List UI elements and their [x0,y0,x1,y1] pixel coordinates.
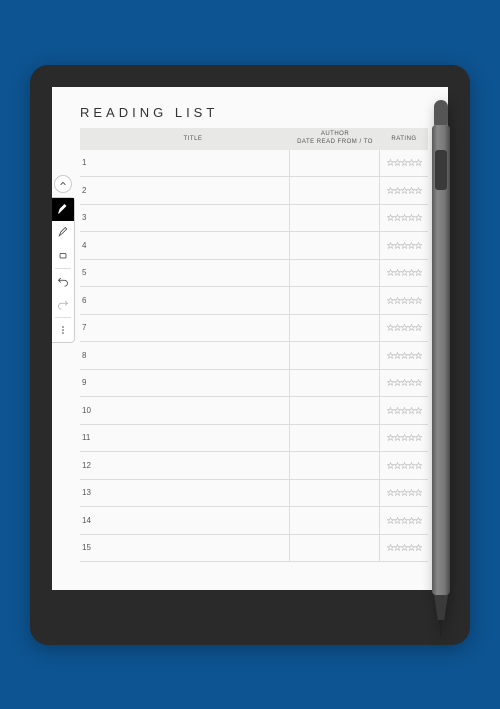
row-number: 14 [80,516,96,525]
title-cell[interactable] [96,205,290,232]
undo-button[interactable] [52,270,74,293]
author-cell[interactable] [290,480,380,507]
table-row[interactable]: 14 [80,507,428,535]
author-cell[interactable] [290,452,380,479]
title-cell[interactable] [96,507,290,534]
rating-cell[interactable] [380,517,428,524]
table-row[interactable]: 5 [80,260,428,288]
table-row[interactable]: 4 [80,232,428,260]
rating-cell[interactable] [380,187,428,194]
title-cell[interactable] [96,150,290,177]
rating-cell[interactable] [380,462,428,469]
rating-cell[interactable] [380,242,428,249]
title-cell[interactable] [96,260,290,287]
table-row[interactable]: 11 [80,425,428,453]
author-cell[interactable] [290,287,380,314]
author-cell[interactable] [290,342,380,369]
title-cell[interactable] [96,177,290,204]
title-cell[interactable] [96,535,290,562]
table-row[interactable]: 6 [80,287,428,315]
row-number: 1 [80,158,96,167]
page-title: READING LIST [80,105,428,120]
rating-cell[interactable] [380,214,428,221]
pen-tool[interactable] [52,198,74,221]
highlighter-tool[interactable] [52,221,74,244]
rating-cell[interactable] [380,269,428,276]
row-number: 3 [80,213,96,222]
title-cell[interactable] [96,452,290,479]
more-menu[interactable] [52,319,74,342]
author-cell[interactable] [290,205,380,232]
device-screen: READING LIST TITLE AUTHOR DATE READ FROM… [52,87,448,590]
rating-cell[interactable] [380,297,428,304]
row-number: 15 [80,543,96,552]
row-number: 7 [80,323,96,332]
redo-button[interactable] [52,293,74,316]
eraser-tool[interactable] [52,244,74,267]
author-cell[interactable] [290,397,380,424]
table-row[interactable]: 15 [80,535,428,563]
header-title: TITLE [96,136,290,142]
author-cell[interactable] [290,177,380,204]
row-number: 9 [80,378,96,387]
title-cell[interactable] [96,480,290,507]
row-number: 2 [80,186,96,195]
rating-cell[interactable] [380,159,428,166]
row-number: 10 [80,406,96,415]
rating-cell[interactable] [380,324,428,331]
table-row[interactable]: 3 [80,205,428,233]
row-number: 8 [80,351,96,360]
author-cell[interactable] [290,535,380,562]
table-row[interactable]: 2 [80,177,428,205]
author-cell[interactable] [290,260,380,287]
table-header-row: TITLE AUTHOR DATE READ FROM / TO RATING [80,128,428,150]
annotation-toolbar [52,197,75,343]
title-cell[interactable] [96,315,290,342]
table-row[interactable]: 8 [80,342,428,370]
title-cell[interactable] [96,232,290,259]
rating-cell[interactable] [380,407,428,414]
row-number: 13 [80,488,96,497]
author-cell[interactable] [290,425,380,452]
page-content: READING LIST TITLE AUTHOR DATE READ FROM… [52,87,448,573]
table-row[interactable]: 12 [80,452,428,480]
title-cell[interactable] [96,397,290,424]
table-row[interactable]: 9 [80,370,428,398]
rating-cell[interactable] [380,434,428,441]
toolbar-collapse-button[interactable] [54,175,72,193]
author-cell[interactable] [290,507,380,534]
rating-cell[interactable] [380,489,428,496]
rating-cell[interactable] [380,352,428,359]
table-row[interactable]: 7 [80,315,428,343]
header-rating: RATING [380,136,428,142]
row-number: 6 [80,296,96,305]
title-cell[interactable] [96,370,290,397]
title-cell[interactable] [96,342,290,369]
table-row[interactable]: 10 [80,397,428,425]
row-number: 4 [80,241,96,250]
title-cell[interactable] [96,425,290,452]
author-cell[interactable] [290,232,380,259]
table-body: 123456789101112131415 [80,150,428,563]
header-author: AUTHOR DATE READ FROM / TO [290,131,380,147]
author-cell[interactable] [290,150,380,177]
row-number: 12 [80,461,96,470]
row-number: 11 [80,433,96,442]
rating-cell[interactable] [380,544,428,551]
title-cell[interactable] [96,287,290,314]
author-cell[interactable] [290,315,380,342]
table-row[interactable]: 1 [80,150,428,178]
ereader-device: READING LIST TITLE AUTHOR DATE READ FROM… [30,65,470,645]
author-cell[interactable] [290,370,380,397]
table-row[interactable]: 13 [80,480,428,508]
row-number: 5 [80,268,96,277]
rating-cell[interactable] [380,379,428,386]
